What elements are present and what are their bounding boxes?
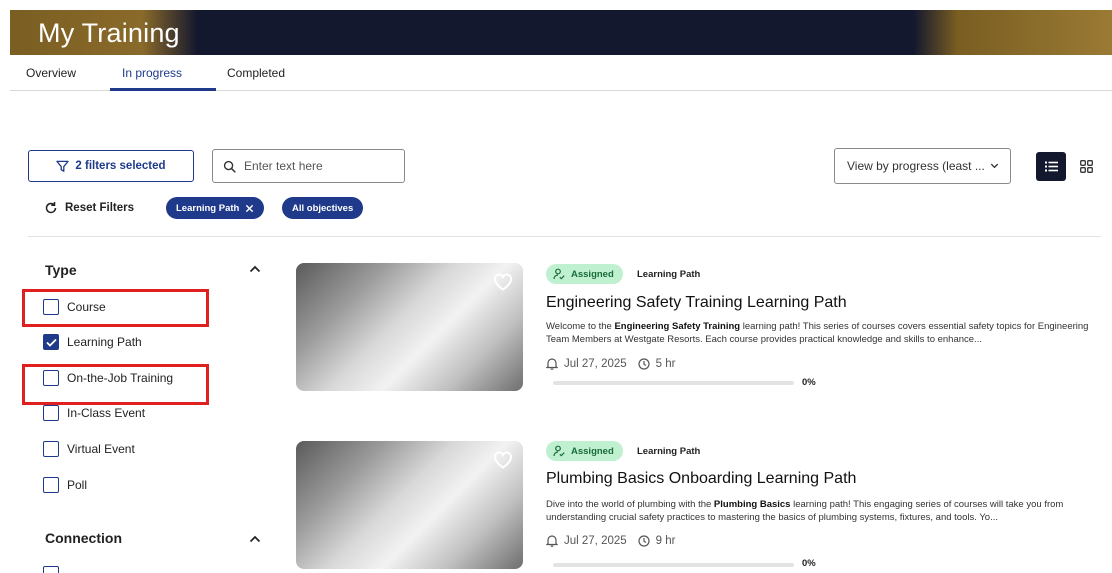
- search-icon: [223, 160, 236, 173]
- type-option-label: Virtual Event: [67, 442, 135, 456]
- duration: 9 hr: [655, 534, 676, 547]
- card-title[interactable]: Engineering Safety Training Learning Pat…: [546, 294, 847, 312]
- sort-select[interactable]: View by progress (least ...: [834, 148, 1011, 184]
- card-type: Learning Path: [637, 446, 701, 457]
- reset-filters-button[interactable]: Reset Filters: [44, 201, 134, 215]
- chevron-down-icon: [990, 163, 999, 169]
- bell-icon: [546, 358, 558, 370]
- progress-bar: [553, 381, 794, 385]
- tab-in-progress[interactable]: In progress: [122, 66, 182, 80]
- clock-icon: [638, 534, 650, 547]
- search-input[interactable]: [244, 159, 394, 173]
- checkbox[interactable]: [43, 299, 59, 315]
- tab-bar: Overview In progress Completed: [10, 58, 1112, 91]
- assigned-label: Assigned: [571, 445, 614, 457]
- bell-icon: [546, 535, 558, 547]
- assigned-badge: Assigned: [546, 441, 623, 461]
- active-tab-indicator: [110, 88, 216, 91]
- card-description: Welcome to the Engineering Safety Traini…: [546, 320, 1102, 346]
- filter-chip-all-objectives[interactable]: All objectives: [282, 197, 364, 219]
- heart-icon[interactable]: [493, 273, 513, 291]
- checkbox[interactable]: [43, 477, 59, 493]
- course-thumbnail[interactable]: [296, 263, 523, 391]
- card-description-bold: Plumbing Basics: [713, 499, 791, 510]
- filter-chip-label: Learning Path: [176, 202, 240, 214]
- grid-icon: [1079, 160, 1093, 173]
- type-section-title: Type: [45, 262, 77, 278]
- card-description-text: Dive into the world of plumbing with the: [546, 499, 714, 510]
- checkbox[interactable]: [43, 441, 59, 457]
- page-title: My Training: [38, 18, 180, 48]
- connection-section-title: Connection: [45, 530, 122, 546]
- sort-value: View by progress (least ...: [847, 159, 985, 173]
- checkbox-checked[interactable]: [43, 334, 59, 350]
- assigned-label: Assigned: [571, 268, 614, 280]
- type-option-label: On-the-Job Training: [67, 371, 174, 385]
- chevron-up-icon[interactable]: [248, 263, 262, 275]
- list-view-button[interactable]: [1036, 152, 1066, 181]
- card-description-bold: Engineering Safety Training: [614, 321, 741, 332]
- page-banner: My Training: [10, 10, 1112, 55]
- type-option-learning-path[interactable]: Learning Path: [43, 334, 142, 350]
- due-date: Jul 27, 2025: [564, 357, 627, 370]
- heart-icon[interactable]: [493, 451, 513, 469]
- progress-label: 0%: [802, 558, 816, 569]
- filters-button[interactable]: 2 filters selected: [28, 150, 194, 182]
- person-assigned-icon: [553, 268, 565, 280]
- reset-filters-label: Reset Filters: [65, 202, 135, 214]
- list-icon: [1044, 161, 1058, 172]
- due-date: Jul 27, 2025: [564, 534, 627, 547]
- progress-label: 0%: [802, 377, 816, 388]
- assigned-badge: Assigned: [546, 264, 623, 284]
- type-option-on-the-job-training[interactable]: On-the-Job Training: [43, 370, 173, 386]
- progress-bar: [553, 563, 794, 567]
- type-option-course[interactable]: Course: [43, 299, 106, 315]
- divider: [28, 236, 1101, 237]
- connection-option[interactable]: [43, 566, 59, 573]
- type-option-label: Course: [67, 300, 106, 314]
- type-option-label: Learning Path: [67, 335, 142, 349]
- reset-icon: [45, 202, 57, 214]
- checkbox[interactable]: [43, 566, 59, 573]
- duration: 5 hr: [655, 357, 676, 370]
- type-option-virtual-event[interactable]: Virtual Event: [43, 441, 135, 457]
- person-assigned-icon: [553, 445, 565, 457]
- clock-icon: [638, 357, 650, 370]
- search-box[interactable]: [212, 149, 405, 183]
- card-type: Learning Path: [637, 269, 701, 280]
- course-thumbnail[interactable]: [296, 441, 523, 569]
- type-option-poll[interactable]: Poll: [43, 477, 87, 493]
- close-icon[interactable]: [245, 204, 254, 213]
- type-option-in-class-event[interactable]: In-Class Event: [43, 405, 145, 421]
- filter-icon: [56, 160, 70, 172]
- card-description-text: Welcome to the: [546, 321, 615, 332]
- chevron-up-icon[interactable]: [248, 533, 262, 545]
- card-title[interactable]: Plumbing Basics Onboarding Learning Path: [546, 470, 856, 488]
- grid-view-button[interactable]: [1071, 152, 1101, 181]
- filters-label: 2 filters selected: [75, 160, 166, 172]
- tab-completed[interactable]: Completed: [227, 66, 285, 80]
- card-meta: Jul 27, 2025 5 hr: [546, 357, 676, 370]
- type-option-label: Poll: [67, 478, 88, 492]
- type-option-label: In-Class Event: [67, 406, 146, 420]
- checkbox[interactable]: [43, 405, 59, 421]
- checkmark-icon: [45, 338, 57, 347]
- filter-chip-label: All objectives: [292, 202, 354, 214]
- tab-overview[interactable]: Overview: [26, 66, 76, 80]
- card-meta: Jul 27, 2025 9 hr: [546, 534, 676, 547]
- card-description: Dive into the world of plumbing with the…: [546, 498, 1102, 524]
- checkbox[interactable]: [43, 370, 59, 386]
- filter-chip-learning-path[interactable]: Learning Path: [166, 197, 265, 219]
